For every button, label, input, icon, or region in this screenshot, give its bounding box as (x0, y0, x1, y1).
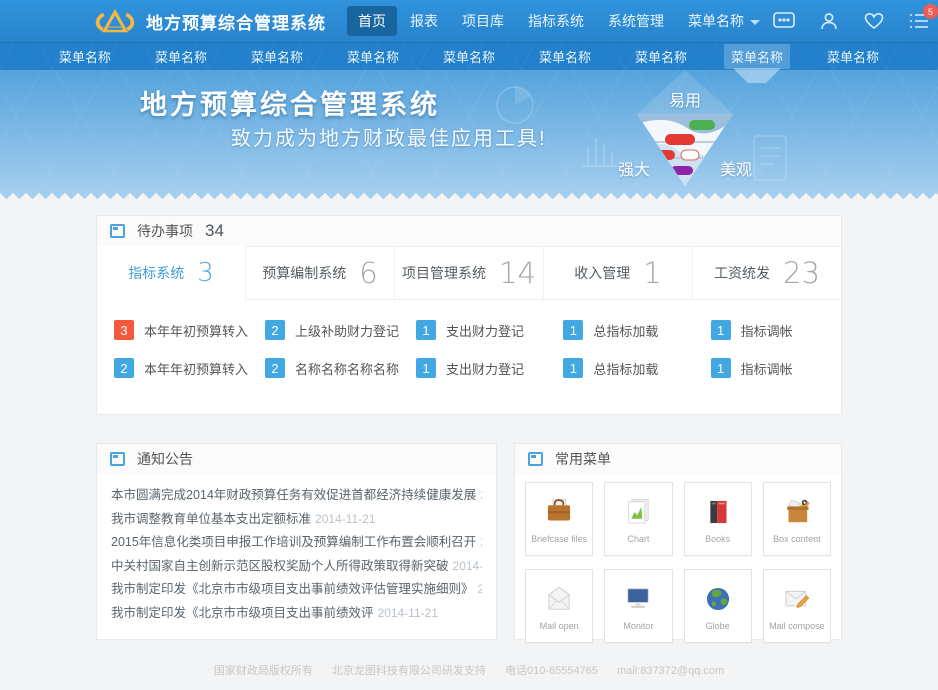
todo-item[interactable]: 1支出财力登记 (399, 320, 546, 340)
heart-icon[interactable] (862, 9, 886, 33)
notice-item[interactable]: 本市圆满完成2014年财政预算任务有效促进首都经济持续健康发展2015-01-0… (111, 484, 482, 508)
monitor-icon (621, 582, 655, 616)
box-content-icon (780, 495, 814, 529)
hero-title: 地方预算综合管理系统 (140, 83, 440, 122)
common-menus-card: 常用菜单 Briefcase files (514, 443, 842, 640)
chevron-down-icon (750, 20, 760, 25)
top-menu-more[interactable]: 菜单名称 (677, 6, 771, 36)
pyramid-label-right: 美观 (720, 156, 752, 180)
menu-tile-mail-compose[interactable]: Mail compose (763, 569, 831, 643)
menus-card-header: 常用菜单 (515, 444, 841, 474)
pyramid-label-left: 强大 (618, 156, 650, 180)
tab-project-system[interactable]: 项目管理系统14 (394, 246, 543, 300)
chart-icon (621, 495, 655, 529)
subnav-item-2[interactable]: 菜单名称 (148, 44, 214, 69)
todo-item[interactable]: 1指标调帐 (694, 320, 841, 340)
panel-icon (528, 452, 543, 466)
footer-mail: mail:837372@qq.com (617, 665, 724, 677)
top-menu-reports[interactable]: 报表 (399, 6, 449, 36)
menu-tile-globe[interactable]: Globe (684, 569, 752, 643)
top-menu-home[interactable]: 首页 (347, 6, 397, 36)
panel-icon (110, 452, 125, 466)
tab-indicator-system[interactable]: 指标系统3 (97, 246, 245, 300)
menu-tile-briefcase[interactable]: Briefcase files (525, 482, 593, 556)
globe-icon (701, 582, 735, 616)
todo-item[interactable]: 1总指标加载 (546, 358, 693, 378)
tab-income-mgmt[interactable]: 收入管理1 (543, 246, 692, 300)
menu-tile-books[interactable]: Books (684, 482, 752, 556)
todo-item[interactable]: 2本年年初预算转入 (97, 358, 248, 378)
subnav-item-7[interactable]: 菜单名称 (628, 44, 694, 69)
menu-tile-grid: Briefcase files Chart (515, 474, 841, 651)
subnav-item-5[interactable]: 菜单名称 (436, 44, 502, 69)
main-content: 待办事项 34 指标系统3 预算编制系统6 项目管理系统14 收入管理1 工资统… (96, 215, 842, 640)
todo-items-grid: 3本年年初预算转入 2上级补助财力登记 1支出财力登记 1总指标加载 1指标调帐… (97, 300, 841, 378)
top-menu-projects[interactable]: 项目库 (451, 6, 515, 36)
todo-item[interactable]: 2名称名称名称名称 (248, 358, 399, 378)
notification-badge: 5 (923, 4, 938, 19)
subnav-item-1[interactable]: 菜单名称 (52, 44, 118, 69)
notices-title: 通知公告 (137, 449, 193, 469)
tab-salary[interactable]: 工资统发23 (692, 246, 841, 300)
todo-item[interactable]: 2上级补助财力登记 (248, 320, 399, 340)
todo-card-header: 待办事项 34 (97, 216, 841, 246)
app-title: 地方预算综合管理系统 (146, 9, 326, 34)
notice-item[interactable]: 我市调整教育单位基本支出定额标准2014-11-21 (111, 508, 482, 532)
top-menu: 首页 报表 项目库 指标系统 系统管理 菜单名称 (346, 6, 772, 36)
todo-item[interactable]: 1总指标加载 (546, 320, 693, 340)
top-navbar: 地方预算综合管理系统 首页 报表 项目库 指标系统 系统管理 菜单名称 5 (0, 0, 938, 42)
footer-phone: 电话010-65554765 (505, 665, 598, 677)
subnav-item-8[interactable]: 菜单名称 (724, 44, 790, 69)
hero-banner: 地方预算综合管理系统 致力成为地方财政最佳应用工具! 易用 强大 美观 (0, 70, 938, 200)
app-page: 地方预算综合管理系统 首页 报表 项目库 指标系统 系统管理 菜单名称 5 (0, 0, 938, 690)
app-logo-icon (94, 6, 136, 36)
subnav-item-6[interactable]: 菜单名称 (532, 44, 598, 69)
top-menu-system[interactable]: 系统管理 (597, 6, 675, 36)
menu-tile-box[interactable]: Box content (763, 482, 831, 556)
briefcase-icon (542, 495, 576, 529)
notice-item[interactable]: 中关村国家自主创新示范区股权奖励个人所得政策取得新突破2014-11-21 (111, 555, 482, 579)
footer-copyright: 国家财政局版权所有 (214, 665, 313, 677)
feature-pyramid: 易用 强大 美观 (610, 70, 760, 196)
books-icon (701, 495, 735, 529)
menu-tile-chart[interactable]: Chart (604, 482, 672, 556)
mail-open-icon (542, 582, 576, 616)
menu-tile-mail-open[interactable]: Mail open (525, 569, 593, 643)
tab-budget-system[interactable]: 预算编制系统6 (245, 246, 394, 300)
menu-tile-monitor[interactable]: Monitor (604, 569, 672, 643)
footer-developer: 北京龙图科技有限公司研发支持 (332, 665, 486, 677)
mail-compose-icon (780, 582, 814, 616)
notices-card-header: 通知公告 (97, 444, 496, 474)
todo-item[interactable]: 1支出财力登记 (399, 358, 546, 378)
todo-total-count: 34 (205, 221, 224, 241)
subnav-item-3[interactable]: 菜单名称 (244, 44, 310, 69)
notice-list: 本市圆满完成2014年财政预算任务有效促进首都经济持续健康发展2015-01-0… (97, 474, 496, 625)
todo-card: 待办事项 34 指标系统3 预算编制系统6 项目管理系统14 收入管理1 工资统… (96, 215, 842, 415)
user-icon[interactable] (817, 9, 841, 33)
notice-item[interactable]: 我市制定印发《北京市市级项目支出事前绩效评估管理实施细则》2014-11-21 (111, 578, 482, 602)
panel-icon (110, 224, 125, 238)
secondary-navbar: 菜单名称 菜单名称 菜单名称 菜单名称 菜单名称 菜单名称 菜单名称 菜单名称 … (0, 42, 938, 70)
pyramid-top-triangle: 易用 (637, 70, 733, 114)
top-icon-group: 5 (772, 9, 938, 33)
pyramid-image-triangle (637, 114, 733, 186)
notice-item[interactable]: 2015年信息化类项目申报工作培训及预算编制工作布置会顺利召开2014-11-2… (111, 531, 482, 555)
subnav-item-4[interactable]: 菜单名称 (340, 44, 406, 69)
menus-title: 常用菜单 (555, 449, 611, 469)
sawtooth-edge (0, 191, 938, 201)
todo-item[interactable]: 1指标调帐 (694, 358, 841, 378)
todo-tabs: 指标系统3 预算编制系统6 项目管理系统14 收入管理1 工资统发23 (97, 246, 841, 300)
pyramid-label-top: 易用 (669, 87, 701, 114)
page-footer: 国家财政局版权所有 北京龙图科技有限公司研发支持 电话010-65554765 … (0, 662, 938, 678)
list-icon[interactable]: 5 (907, 9, 931, 33)
notices-card: 通知公告 本市圆满完成2014年财政预算任务有效促进首都经济持续健康发展2015… (96, 443, 497, 640)
subnav-item-9[interactable]: 菜单名称 (820, 44, 886, 69)
abacus-map-image (637, 114, 733, 186)
todo-title: 待办事项 (137, 221, 193, 241)
top-menu-indicators[interactable]: 指标系统 (517, 6, 595, 36)
notice-item[interactable]: 我市制定印发《北京市市级项目支出事前绩效评2014-11-21 (111, 602, 482, 626)
hero-subtitle: 致力成为地方财政最佳应用工具! (231, 122, 547, 151)
message-icon[interactable] (772, 9, 796, 33)
todo-item[interactable]: 3本年年初预算转入 (97, 320, 248, 340)
